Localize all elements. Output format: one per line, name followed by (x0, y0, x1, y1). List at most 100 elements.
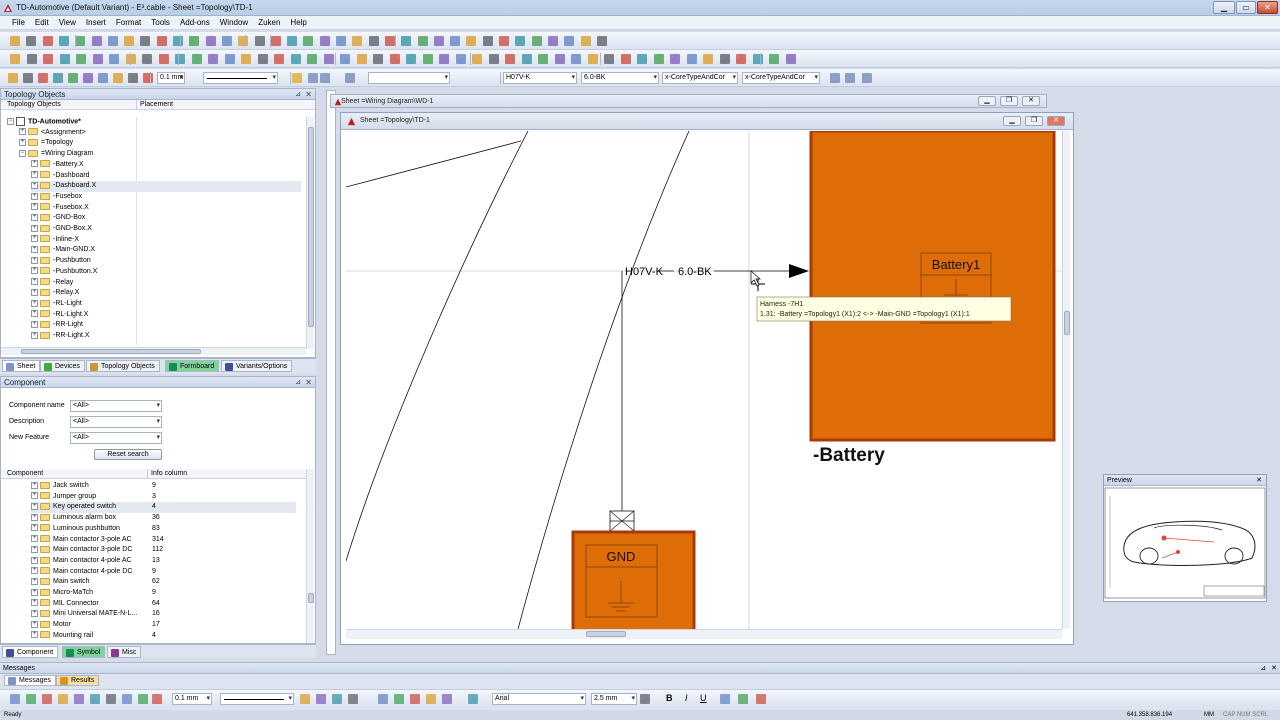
column-component[interactable]: Component (7, 469, 43, 479)
component-vscrollbar[interactable] (306, 469, 314, 643)
minimize-button[interactable]: ▁ (1213, 1, 1235, 14)
toolbar-tool-icon[interactable] (23, 73, 33, 83)
expand-toggle-icon[interactable]: + (31, 213, 38, 221)
expand-toggle-icon[interactable]: + (31, 524, 38, 532)
column-placement[interactable]: Placement (140, 100, 173, 110)
toolbar-tool-icon[interactable] (254, 36, 265, 46)
tree-item[interactable]: + -Pushbutton.X (31, 267, 97, 278)
toolbar-tool-icon[interactable] (158, 54, 169, 64)
toolbar-tool-icon[interactable] (205, 36, 216, 46)
expand-toggle-icon[interactable]: + (31, 535, 38, 543)
pin-icon[interactable]: ⊿ (295, 89, 301, 100)
toolbar-tool-icon[interactable] (538, 54, 548, 64)
toolbar-tool-icon[interactable] (345, 73, 355, 83)
line-width-combo[interactable]: 0.1 mm (157, 72, 185, 84)
tab-messages[interactable]: Messages (4, 675, 56, 686)
toolbar-tool-icon[interactable] (257, 54, 268, 64)
expand-toggle-icon[interactable]: + (31, 267, 38, 275)
toolbar-tool-icon[interactable] (466, 36, 477, 46)
menu-edit[interactable]: Edit (30, 16, 54, 30)
component-row[interactable]: + Main contactor 3-pole AC 314 (31, 535, 296, 546)
toolbar-tool-icon[interactable] (336, 36, 346, 46)
toolbar-tool-icon[interactable] (53, 73, 63, 83)
toolbar-tool-icon[interactable] (670, 54, 680, 64)
toolbar-tool-icon[interactable] (140, 36, 151, 46)
component-row[interactable]: + Jack switch 9 (31, 481, 296, 492)
tree-item[interactable]: + -RL-Light.X (31, 310, 88, 321)
column-topology-objects[interactable]: Topology Objects (7, 100, 61, 110)
toolbar-tool-icon[interactable] (91, 36, 102, 46)
toolbar-tool-icon[interactable] (571, 54, 581, 64)
cable-type-combo[interactable]: H07V-K (503, 72, 577, 84)
drawing-tool-icon[interactable] (410, 694, 420, 704)
expand-toggle-icon[interactable]: + (31, 235, 38, 243)
toolbar-tool-icon[interactable] (287, 36, 298, 46)
drawing-canvas[interactable]: H07V-K 6.0-BK Battery1 -Battery Harness … (346, 131, 1062, 629)
wire-spec-combo[interactable]: 6.0-BK (581, 72, 659, 84)
close-panel-icon[interactable]: ✕ (1271, 663, 1277, 674)
toolbar-tool-icon[interactable] (308, 73, 318, 83)
wd-minimize-button[interactable]: ▁ (978, 96, 996, 106)
expand-toggle-icon[interactable]: + (31, 203, 38, 211)
wd-close-button[interactable]: ✕ (1022, 96, 1040, 106)
toolbar-tool-icon[interactable] (109, 54, 119, 64)
toolbar-tool-icon[interactable] (124, 36, 135, 46)
menu-help[interactable]: Help (285, 16, 311, 30)
toolbar-tool-icon[interactable] (241, 54, 251, 64)
toolbar-tool-icon[interactable] (26, 36, 37, 46)
maximize-button[interactable]: ▭ (1236, 1, 1256, 14)
italic-button[interactable]: I (685, 693, 688, 703)
drawing-tool-icon[interactable] (378, 694, 388, 704)
drawing-tool-icon[interactable] (74, 694, 84, 704)
tree-item[interactable]: + -Main-GND.X (31, 245, 95, 256)
canvas-hscrollbar[interactable] (346, 629, 1062, 639)
tab-results[interactable]: Results (56, 675, 100, 686)
drawing-tool-icon[interactable] (122, 694, 132, 704)
toolbar-tool-icon[interactable] (450, 36, 461, 46)
menu-file[interactable]: File (7, 16, 30, 30)
component-row[interactable]: + Main contactor 3-pole DC 112 (31, 545, 296, 556)
tree-item[interactable]: + =Topology (19, 138, 73, 149)
toolbar-tool-icon[interactable] (703, 54, 713, 64)
drawing-tool-icon[interactable] (640, 694, 650, 704)
tree-item[interactable]: + -Dashboard.X (31, 181, 301, 192)
tab-formboard[interactable]: Formboard (165, 360, 220, 372)
toolbar-tool-icon[interactable] (221, 36, 232, 46)
wd-restore-button[interactable]: ❐ (1000, 96, 1018, 106)
tree-item[interactable]: + -Relay (31, 278, 73, 289)
expand-toggle-icon[interactable]: + (31, 503, 38, 511)
battery-name-label[interactable]: -Battery (813, 445, 885, 466)
toolbar-tool-icon[interactable] (587, 54, 598, 64)
drawing-tool-icon[interactable] (720, 694, 730, 704)
tree-item[interactable]: + -GND-Box (31, 213, 85, 224)
toolbar-tool-icon[interactable] (107, 36, 118, 46)
toolbar-tool-icon[interactable] (845, 73, 855, 83)
toolbar-tool-icon[interactable] (208, 54, 218, 64)
toolbar-tool-icon[interactable] (143, 73, 153, 83)
core-type-combo-2[interactable]: x-CoreTypeAndCor (742, 72, 820, 84)
tree-item[interactable]: + -Dashboard (31, 171, 90, 182)
toolbar-tool-icon[interactable] (113, 73, 123, 83)
toolbar-tool-icon[interactable] (389, 54, 400, 64)
tree-item[interactable]: + -RR-Light (31, 320, 83, 331)
expand-toggle-icon[interactable]: + (31, 181, 38, 189)
gnd-component[interactable] (571, 530, 696, 629)
toolbar-tool-icon[interactable] (596, 36, 607, 46)
wire-label[interactable]: 6.0-BK (678, 266, 712, 278)
component-row[interactable]: + Luminous pushbutton 83 (31, 524, 296, 535)
toolbar-tool-icon[interactable] (417, 36, 428, 46)
drawing-tool-icon[interactable] (442, 694, 452, 704)
column-info[interactable]: Info column (151, 469, 187, 479)
tab-variants-options[interactable]: Variants/Options (221, 360, 293, 372)
toolbar-tool-icon[interactable] (10, 36, 20, 46)
td-restore-button[interactable]: ❐ (1025, 116, 1043, 126)
description-combo[interactable]: <All> (70, 416, 162, 428)
pin-icon[interactable]: ⊿ (1260, 663, 1266, 674)
toolbar-tool-icon[interactable] (303, 36, 314, 46)
expand-toggle-icon[interactable]: + (31, 567, 38, 575)
toolbar-tool-icon[interactable] (319, 36, 330, 46)
toolbar-tool-icon[interactable] (472, 54, 482, 64)
toolbar-tool-icon[interactable] (59, 54, 70, 64)
toolbar-tool-icon[interactable] (224, 54, 235, 64)
toolbar-tool-icon[interactable] (92, 54, 103, 64)
